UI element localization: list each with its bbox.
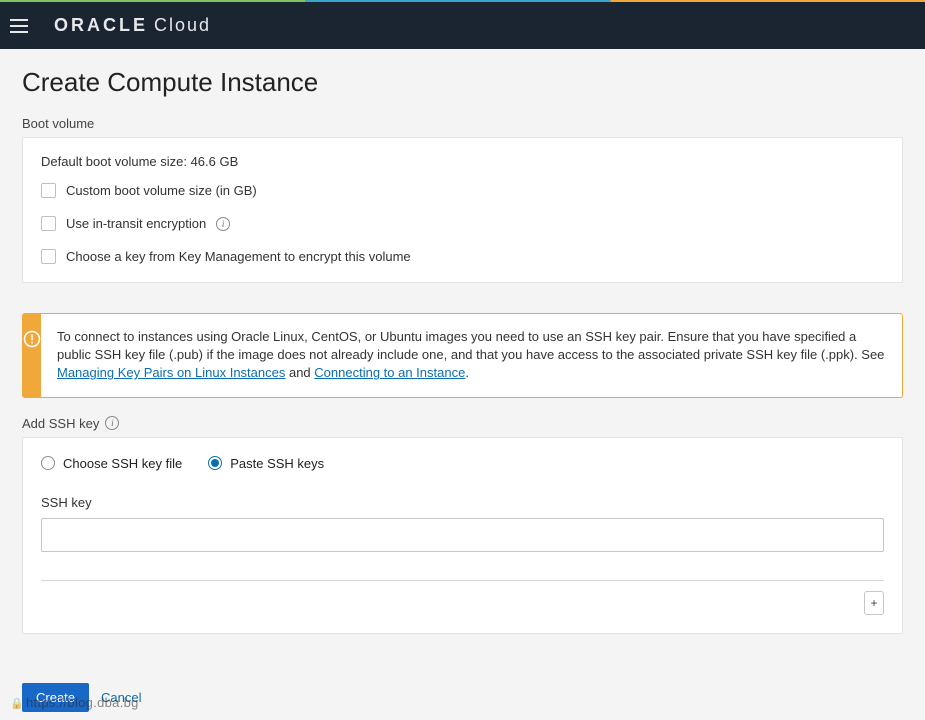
alert-text-end: . (465, 365, 469, 380)
divider (41, 580, 884, 581)
add-key-button[interactable]: + (864, 591, 884, 615)
ssh-panel: Choose SSH key file Paste SSH keys SSH k… (22, 437, 903, 634)
add-ssh-key-label: Add SSH key i (22, 416, 903, 431)
ssh-radio-row: Choose SSH key file Paste SSH keys (41, 456, 884, 471)
footer: Create Cancel (0, 675, 925, 720)
ssh-section: Add SSH key i Choose SSH key file Paste … (22, 416, 903, 634)
default-boot-size: Default boot volume size: 46.6 GB (41, 154, 884, 169)
warning-icon (23, 330, 41, 348)
info-icon[interactable]: i (105, 416, 119, 430)
info-icon[interactable]: i (216, 217, 230, 231)
brand-bold: ORACLE (54, 15, 148, 36)
key-management-row[interactable]: Choose a key from Key Management to encr… (41, 249, 884, 264)
boot-volume-label: Boot volume (22, 116, 903, 131)
custom-boot-size-label: Custom boot volume size (in GB) (66, 183, 257, 198)
radio-paste-keys-input[interactable] (208, 456, 222, 470)
alert-icon-column (23, 314, 41, 397)
in-transit-encryption-row[interactable]: Use in-transit encryption i (41, 216, 884, 231)
alert-link-managing-keys[interactable]: Managing Key Pairs on Linux Instances (57, 365, 285, 380)
ssh-alert: To connect to instances using Oracle Lin… (22, 313, 903, 398)
radio-paste-keys-label: Paste SSH keys (230, 456, 324, 471)
brand-logo[interactable]: ORACLE Cloud (54, 15, 211, 36)
in-transit-encryption-label: Use in-transit encryption (66, 216, 206, 231)
ssh-key-input[interactable] (41, 518, 884, 552)
brand-light: Cloud (154, 15, 211, 36)
cancel-button[interactable]: Cancel (101, 690, 141, 705)
key-management-checkbox[interactable] (41, 249, 56, 264)
content: Create Compute Instance Boot volume Defa… (0, 49, 925, 652)
in-transit-encryption-checkbox[interactable] (41, 216, 56, 231)
custom-boot-size-row[interactable]: Custom boot volume size (in GB) (41, 183, 884, 198)
key-management-label: Choose a key from Key Management to encr… (66, 249, 411, 264)
ssh-key-field-label: SSH key (41, 495, 884, 510)
boot-volume-panel: Default boot volume size: 46.6 GB Custom… (22, 137, 903, 283)
alert-text-middle: and (285, 365, 314, 380)
custom-boot-size-checkbox[interactable] (41, 183, 56, 198)
add-key-row: + (41, 591, 884, 615)
alert-link-connecting[interactable]: Connecting to an Instance (314, 365, 465, 380)
menu-icon[interactable] (10, 14, 34, 38)
alert-text-1: To connect to instances using Oracle Lin… (57, 329, 884, 362)
add-ssh-key-text: Add SSH key (22, 416, 99, 431)
radio-paste-keys[interactable]: Paste SSH keys (208, 456, 324, 471)
page-title: Create Compute Instance (22, 67, 903, 98)
radio-choose-file-input[interactable] (41, 456, 55, 470)
create-button[interactable]: Create (22, 683, 89, 712)
alert-body: To connect to instances using Oracle Lin… (41, 314, 902, 397)
radio-choose-file[interactable]: Choose SSH key file (41, 456, 182, 471)
radio-choose-file-label: Choose SSH key file (63, 456, 182, 471)
topbar: ORACLE Cloud (0, 2, 925, 49)
